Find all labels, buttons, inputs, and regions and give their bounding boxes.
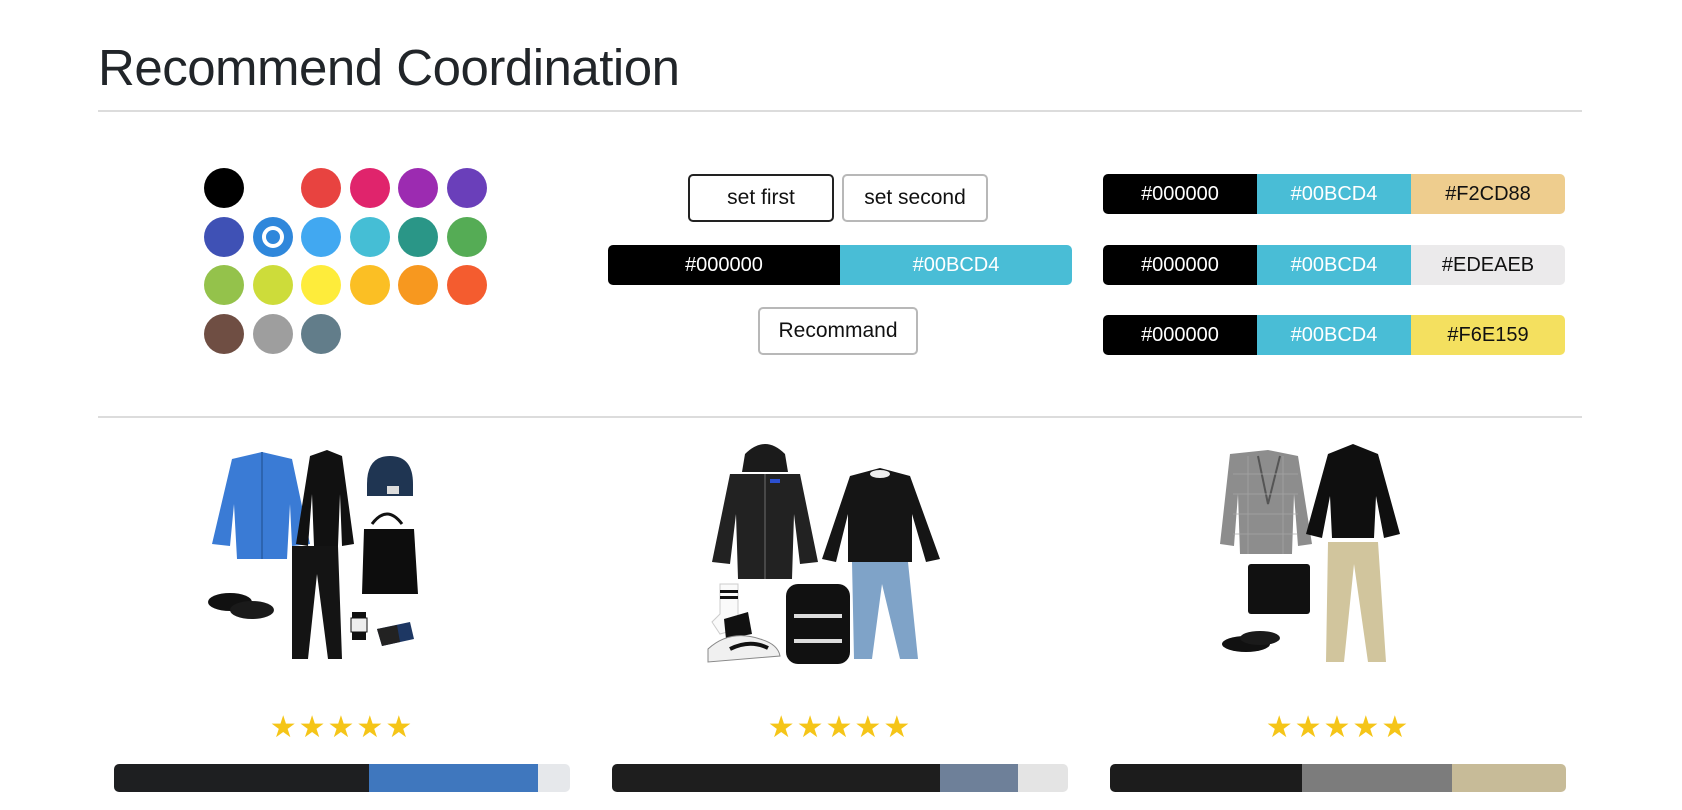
color-swatch-deep-purple[interactable]: [446, 168, 487, 208]
outfit-color-bar: [612, 764, 1068, 792]
color-swatch-teal[interactable]: [398, 216, 438, 257]
selected-color-1: #000000: [608, 245, 840, 285]
selected-colors-bar: #000000 #00BCD4: [608, 245, 1072, 285]
color-swatch-black[interactable]: [204, 168, 244, 208]
outfit-card[interactable]: ★★★★★: [114, 430, 570, 810]
color-swatch-yellow[interactable]: [301, 265, 341, 305]
color-swatch-amber[interactable]: [349, 265, 390, 305]
outfit-color-segment-1: [1110, 764, 1302, 792]
recommended-combination-1[interactable]: #000000 #00BCD4 #F2CD88: [1103, 174, 1565, 214]
outfit-color-segment-3: [1017, 764, 1068, 792]
result-color-2: #00BCD4: [1257, 315, 1411, 355]
header-divider: [98, 110, 1582, 112]
outfit-color-bar: [114, 764, 570, 792]
color-swatch-light-green[interactable]: [204, 265, 244, 305]
result-color-2: #00BCD4: [1257, 245, 1411, 285]
outfit-image: [707, 444, 940, 664]
outfit-image: [1220, 444, 1400, 662]
color-swatch-light-blue[interactable]: [301, 216, 341, 257]
color-palette: [204, 168, 494, 354]
color-swatch-blue[interactable]: [252, 216, 293, 257]
result-color-1: #000000: [1103, 315, 1257, 355]
color-swatch-white[interactable]: [252, 168, 293, 208]
result-color-3: #F6E159: [1411, 315, 1565, 355]
recommend-button[interactable]: Recommand: [758, 307, 918, 355]
rating-stars: ★★★★★: [1265, 711, 1411, 744]
color-swatch-lime[interactable]: [252, 265, 293, 305]
color-swatch-blue-grey[interactable]: [301, 313, 341, 354]
color-swatch-brown[interactable]: [204, 313, 244, 354]
outfit-color-segment-2: [369, 764, 539, 792]
result-color-1: #000000: [1103, 174, 1257, 214]
outfit-color-segment-3: [538, 764, 570, 792]
outfit-color-segment-1: [114, 764, 370, 792]
set-first-button[interactable]: set first: [688, 174, 834, 222]
result-color-3: #EDEAEB: [1411, 245, 1565, 285]
color-swatch-deep-orange[interactable]: [446, 265, 487, 305]
color-swatch-cyan[interactable]: [349, 216, 390, 257]
outfit-color-segment-2: [940, 764, 1018, 792]
rating-stars: ★★★★★: [269, 711, 415, 744]
outfit-color-segment-1: [612, 764, 941, 792]
outfit-card[interactable]: ★★★★★: [612, 430, 1068, 810]
outfit-color-segment-2: [1301, 764, 1452, 792]
set-second-button[interactable]: set second: [842, 174, 988, 222]
recommended-combination-2[interactable]: #000000 #00BCD4 #EDEAEB: [1103, 245, 1565, 285]
outfit-color-bar: [1110, 764, 1566, 792]
selected-color-2: #00BCD4: [840, 245, 1072, 285]
outfit-image: [208, 450, 418, 659]
section-divider: [98, 416, 1582, 418]
color-swatch-green[interactable]: [446, 216, 487, 257]
result-color-2: #00BCD4: [1257, 174, 1411, 214]
color-swatch-grey[interactable]: [252, 313, 293, 354]
color-swatch-indigo[interactable]: [204, 216, 244, 257]
color-swatch-orange[interactable]: [398, 265, 438, 305]
outfit-card[interactable]: ★★★★★: [1110, 430, 1566, 810]
result-color-3: #F2CD88: [1411, 174, 1565, 214]
result-color-1: #000000: [1103, 245, 1257, 285]
rating-stars: ★★★★★: [767, 711, 913, 744]
color-swatch-pink[interactable]: [349, 168, 390, 208]
recommended-combination-3[interactable]: #000000 #00BCD4 #F6E159: [1103, 315, 1565, 355]
outfit-color-segment-3: [1452, 764, 1566, 792]
page-title: Recommend Coordination: [98, 39, 680, 96]
color-swatch-red[interactable]: [301, 168, 341, 208]
color-swatch-purple[interactable]: [398, 168, 438, 208]
